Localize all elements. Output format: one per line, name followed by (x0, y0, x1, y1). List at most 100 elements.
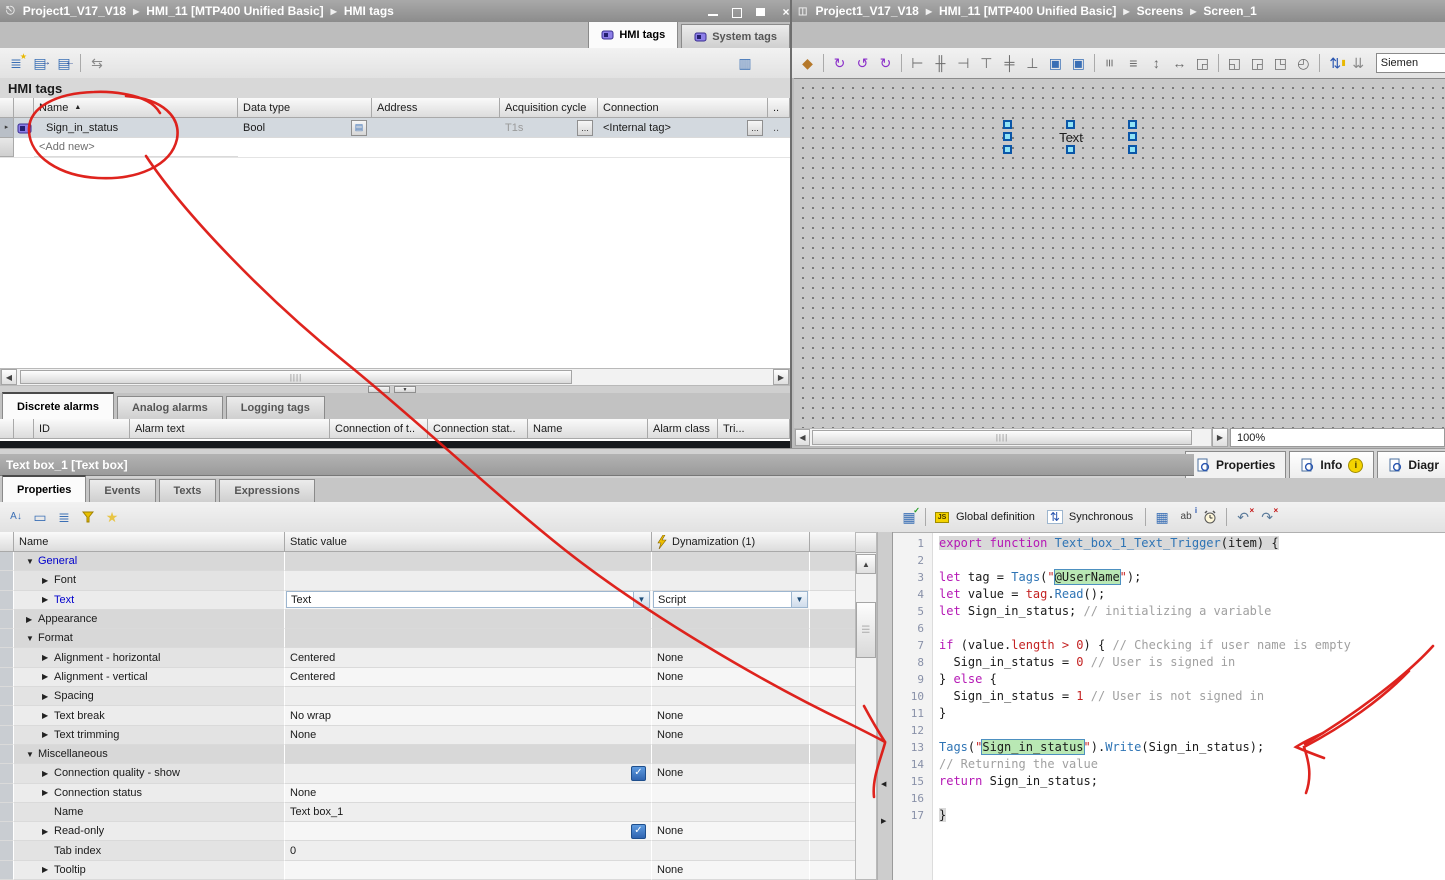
tab-events[interactable]: Events (89, 479, 155, 502)
inspector-tab-properties[interactable]: Properties (1185, 451, 1286, 480)
inspector-tab-info[interactable]: Infoi (1289, 451, 1374, 480)
dynamization-cell[interactable] (652, 610, 810, 629)
center-vertical-icon[interactable]: ▣ (1067, 52, 1090, 74)
synchronous-label[interactable]: Synchronous (1069, 511, 1133, 523)
move-forward-icon[interactable]: ◳ (1269, 52, 1292, 74)
hmi-tags-titlebar[interactable]: ⎋ Project1_V17_V18▶HMI_11 [MTP400 Unifie… (0, 0, 802, 23)
property-name-cell[interactable]: ▶Text trimming (14, 726, 285, 745)
zoom-level-box[interactable]: 100% (1230, 428, 1445, 447)
collapsed-icon[interactable]: ▶ (42, 769, 54, 778)
property-row-name[interactable]: NameText box_1 (0, 803, 855, 822)
scroll-up-icon[interactable]: ▲ (856, 554, 876, 574)
static-value-cell[interactable] (285, 861, 652, 880)
minimize-icon[interactable] (704, 5, 724, 18)
dynamization-cell[interactable] (652, 841, 810, 860)
script-validate-icon[interactable]: ▦✓ (897, 506, 921, 528)
column-header-id[interactable]: ID (34, 419, 130, 439)
new-tag-icon[interactable]: ≣★ (4, 52, 28, 74)
move-backward-icon[interactable]: ◴ (1292, 52, 1315, 74)
collapsed-icon[interactable]: ▶ (42, 672, 54, 681)
breadcrumb-segment[interactable]: HMI tags (344, 4, 394, 18)
dynamization-cell[interactable]: None (652, 822, 810, 841)
category-view-icon[interactable]: ▭ (28, 506, 52, 528)
dynamization-cell[interactable] (652, 629, 810, 648)
selection-handle[interactable] (1003, 120, 1012, 129)
code-line[interactable]: export function Text_box_1_Text_Trigger(… (939, 535, 1445, 552)
breadcrumb-segment[interactable]: Project1_V17_V18 (23, 4, 126, 18)
property-row-miscellaneous[interactable]: ▼Miscellaneous (0, 745, 855, 764)
static-value-cell[interactable]: ✓ (285, 764, 652, 783)
static-value-text[interactable]: No wrap (290, 710, 331, 722)
dynamization-text[interactable]: None (657, 825, 683, 837)
column-header-connection-stat-[interactable]: Connection stat.. (428, 419, 528, 439)
align-left-icon[interactable]: ⊢ (906, 52, 929, 74)
code-line[interactable]: let value = tag.Read(); (939, 586, 1445, 603)
static-value-cell[interactable] (285, 629, 652, 648)
breadcrumb-segment[interactable]: HMI_11 [MTP400 Unified Basic] (146, 4, 323, 18)
rotate-left-icon[interactable]: ↺ (851, 52, 874, 74)
collapsed-icon[interactable]: ▶ (42, 653, 54, 662)
property-name-cell[interactable]: ▶Alignment - horizontal (14, 648, 285, 667)
dynamization-text[interactable]: None (657, 652, 683, 664)
static-value-cell[interactable] (285, 745, 652, 764)
font-select-box[interactable]: Siemen (1376, 53, 1445, 73)
acquisition-browse-button[interactable]: ... (577, 120, 593, 136)
code-line[interactable]: Sign_in_status = 1 // User is not signed… (939, 688, 1445, 705)
expanded-icon[interactable]: ▼ (26, 750, 38, 759)
property-row-font[interactable]: ▶Font (0, 571, 855, 590)
code-line[interactable]: if (value.length > 0) { // Checking if u… (939, 637, 1445, 654)
dynamization-cell[interactable] (652, 687, 810, 706)
column-header--[interactable]: .. (768, 98, 790, 118)
static-value-cell[interactable] (285, 552, 652, 571)
script-editor[interactable]: 1234567891011121314151617 export functio… (893, 532, 1445, 880)
property-name-cell[interactable]: ▶Text break (14, 706, 285, 725)
scroll-right-icon[interactable]: ▶ (1212, 428, 1228, 447)
column-header-alarm-text[interactable]: Alarm text (130, 419, 330, 439)
dynamization-cell[interactable]: None (652, 726, 810, 745)
dynamization-cell[interactable] (652, 745, 810, 764)
bring-to-front-icon[interactable]: ◱ (1223, 52, 1246, 74)
dynamization-cell[interactable]: None (652, 668, 810, 687)
static-value-text[interactable]: 0 (290, 845, 296, 857)
property-row-tab-index[interactable]: Tab index0 (0, 841, 855, 860)
grid-header-name[interactable]: Name (14, 532, 285, 552)
property-row-read-only[interactable]: ▶Read-only✓ None (0, 822, 855, 841)
tab-analog-alarms[interactable]: Analog alarms (117, 396, 223, 419)
favorites-icon[interactable]: ★ (100, 506, 124, 528)
column-header-data-type[interactable]: Data type (238, 98, 372, 118)
selection-handle[interactable] (1128, 120, 1137, 129)
property-name-cell[interactable]: ▶Read-only (14, 822, 285, 841)
expanded-icon[interactable]: ▼ (26, 557, 38, 566)
static-value-cell[interactable]: Text▼ (285, 591, 652, 610)
breadcrumb-segment[interactable]: Project1_V17_V18 (815, 4, 918, 18)
chevron-down-icon[interactable]: ▼ (791, 592, 807, 607)
code-line[interactable] (939, 552, 1445, 569)
dynamization-cell[interactable] (652, 552, 810, 571)
code-line[interactable]: let Sign_in_status; // initializing a va… (939, 603, 1445, 620)
maximize-icon[interactable] (752, 5, 772, 18)
inspector-tab-diagr[interactable]: Diagr (1377, 451, 1445, 480)
static-value-cell[interactable]: ✓ (285, 822, 652, 841)
code-line[interactable] (939, 620, 1445, 637)
align-right-icon[interactable]: ⊣ (952, 52, 975, 74)
match-height-icon[interactable]: ↔ (1168, 52, 1191, 74)
property-name-cell[interactable]: ▼Miscellaneous (14, 745, 285, 764)
scroll-left-icon[interactable]: ◀ (1, 369, 17, 385)
code-area[interactable]: export function Text_box_1_Text_Trigger(… (933, 533, 1445, 880)
property-name-cell[interactable]: ▶Connection quality - show (14, 764, 285, 783)
dynamization-text[interactable]: None (657, 767, 683, 779)
highlighted-identifier[interactable]: Sign_in_status (982, 740, 1083, 754)
tab-hmi-tags[interactable]: HMI tags (588, 21, 678, 48)
column-header-connection-of-t-[interactable]: Connection of t.. (330, 419, 428, 439)
collapsed-icon[interactable]: ▶ (42, 692, 54, 701)
property-name-cell[interactable]: Name (14, 803, 285, 822)
match-width-icon[interactable]: ↕ (1145, 52, 1168, 74)
tag-address-cell[interactable] (372, 118, 500, 138)
static-value-cell[interactable]: Text box_1 (285, 803, 652, 822)
property-row-tooltip[interactable]: ▶TooltipNone (0, 861, 855, 880)
highlighted-identifier[interactable]: @UserName (1055, 570, 1120, 584)
rotate-right-icon[interactable]: ↻ (828, 52, 851, 74)
scroll-left-icon[interactable]: ◀ (795, 429, 810, 446)
row-more-cell[interactable]: .. (768, 118, 790, 138)
filter-icon[interactable] (76, 506, 100, 528)
